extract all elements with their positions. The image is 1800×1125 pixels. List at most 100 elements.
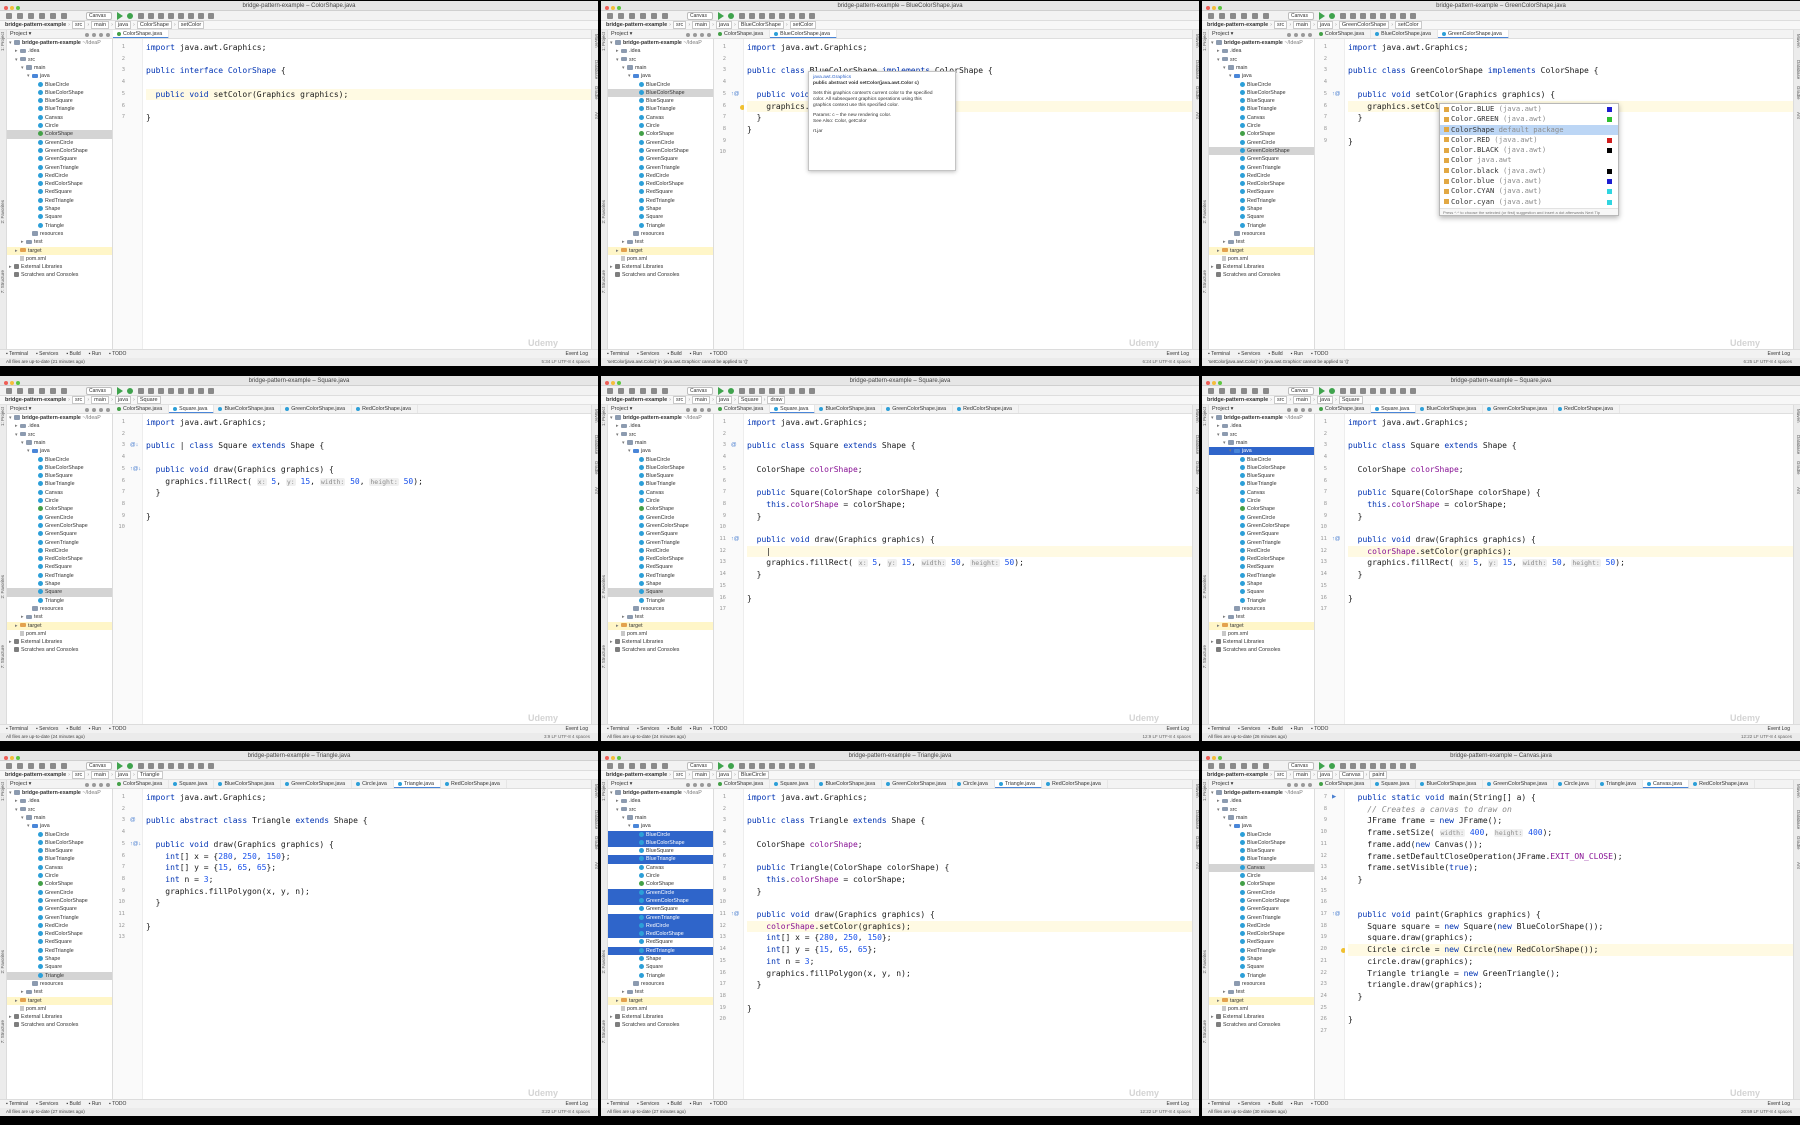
tool-window-button[interactable]: Gradle [593,836,598,850]
tree-item[interactable]: RedColorShape [7,930,112,938]
structure-icon[interactable] [198,763,204,769]
tree-item[interactable]: Square [608,213,713,221]
tree-item[interactable]: ▸ External Libraries [608,1013,713,1021]
tree-item[interactable]: Canvas [7,114,112,122]
tree-item[interactable]: GreenSquare [7,155,112,163]
editor-tab[interactable]: ColorShape.java [714,30,771,38]
tree-item[interactable]: RedCircle [608,921,713,931]
breadcrumb-item[interactable]: main [1293,21,1312,29]
breadcrumb-item[interactable]: bridge-pattern-example [1207,771,1268,780]
tree-item[interactable]: GreenTriangle [608,539,713,547]
run-icon[interactable] [718,12,724,20]
override-marker-icon[interactable]: @ [731,442,737,448]
tree-item[interactable]: RedColorShape [608,555,713,563]
undo-icon[interactable] [1241,388,1247,394]
tree-item[interactable]: ▾ java [7,447,112,455]
tree-item[interactable]: BlueColorShape [1209,464,1314,472]
breadcrumb-item[interactable]: paint [1369,771,1388,779]
tree-item[interactable]: ▸ test [7,613,112,621]
tree-item[interactable]: ▾ main [608,64,713,72]
breadcrumb-item[interactable]: bridge-pattern-example [1207,396,1268,405]
editor-tab[interactable]: ColorShape.java [113,30,170,38]
tree-item[interactable]: resources [608,980,713,988]
zoom-window-button[interactable] [617,381,621,385]
tool-window-button[interactable]: Maven [593,34,598,48]
tree-item[interactable]: resources [7,605,112,613]
tree-item[interactable]: Triangle [1209,597,1314,605]
structure-icon[interactable] [1400,388,1406,394]
project-panel-title[interactable]: Project ▾ [1212,406,1233,412]
tree-item[interactable]: BlueColorShape [7,89,112,97]
tree-item[interactable]: ▸ External Libraries [7,1013,112,1021]
editor-tab[interactable]: RedColorShape.java [352,405,418,413]
undo-icon[interactable] [640,13,646,19]
vcs-icon[interactable] [178,388,184,394]
zoom-window-button[interactable] [1218,756,1222,760]
code-editor[interactable]: import java.awt.Graphics; public interfac… [143,39,591,349]
tree-item[interactable]: GreenColorShape [608,147,713,155]
editor-tab[interactable]: Circle.java [1554,780,1596,788]
tree-item[interactable]: Square [608,588,713,597]
gear-icon[interactable] [700,33,704,37]
code-editor[interactable]: import java.awt.Graphics; public class Sq… [744,414,1192,724]
tree-item[interactable]: ▸ test [608,238,713,246]
tree-item[interactable]: BlueCircle [1209,456,1314,464]
override-marker-icon[interactable]: ↑@↓ [130,466,141,472]
sync-icon[interactable] [28,13,34,19]
tree-item[interactable]: GreenCircle [608,514,713,522]
tree-item[interactable]: Square [1209,963,1314,971]
minimize-window-button[interactable] [611,6,615,10]
tree-item[interactable]: ▾ src [7,806,112,814]
locate-icon[interactable] [686,33,690,37]
zoom-window-button[interactable] [16,381,20,385]
git-icon[interactable] [769,13,775,19]
run-configuration-select[interactable]: Canvas [1288,12,1314,20]
tree-item[interactable]: RedColorShape [1209,180,1314,188]
tree-item[interactable]: Scratches and Consoles [608,271,713,279]
breadcrumb-item[interactable]: setColor [1395,21,1422,29]
breadcrumb-item[interactable]: src [71,771,86,779]
hammer-icon[interactable] [1263,13,1269,19]
tool-window-button[interactable]: 2: Favorites [1202,200,1209,224]
project-panel-title[interactable]: Project ▾ [10,31,31,37]
override-marker-icon[interactable]: ↑@ [1332,91,1340,97]
tree-item[interactable]: BlueTriangle [1209,105,1314,113]
tree-item[interactable]: GreenColorShape [7,522,112,530]
breadcrumb-item[interactable]: BlueColorShape [737,21,784,29]
breadcrumb-item[interactable]: java [1316,396,1334,404]
status-cursor-info[interactable]: 6:24 LF UTF-8 4 spaces [1142,358,1191,366]
editor-tab[interactable]: BlueColorShape.java [1416,780,1484,788]
tree-item[interactable]: GreenCircle [608,139,713,147]
tree-item[interactable]: ColorShape [7,505,112,513]
search-icon[interactable] [809,763,815,769]
tool-window-button[interactable]: Database [1795,435,1800,454]
tree-item[interactable]: RedTriangle [608,572,713,580]
hide-icon[interactable] [1308,408,1312,412]
breadcrumb-item[interactable]: src [1273,396,1288,404]
tree-item[interactable]: BlueCircle [7,831,112,839]
vcs-icon[interactable] [178,763,184,769]
tree-item[interactable]: ▾ src [1209,806,1314,814]
tree-item[interactable]: RedTriangle [608,946,713,955]
breadcrumb-item[interactable]: Square [1338,396,1363,404]
run-icon[interactable] [718,762,724,770]
tree-item[interactable]: ▾ bridge-pattern-example ~/IdeaP [1209,39,1314,47]
tree-item[interactable]: resources [7,980,112,988]
tool-window-button[interactable]: Maven [1194,409,1199,423]
tree-item[interactable]: RedTriangle [608,197,713,205]
tree-item[interactable]: ▸ External Libraries [7,638,112,646]
hide-icon[interactable] [106,783,110,787]
breadcrumb-item[interactable]: java [1316,771,1334,779]
open-icon[interactable] [1208,13,1214,19]
open-icon[interactable] [1208,763,1214,769]
stop-icon[interactable] [1360,388,1366,394]
save-icon[interactable] [1219,388,1225,394]
tool-window-button[interactable]: Ant [593,862,598,869]
tool-window-button[interactable]: Maven [1194,784,1199,798]
search-icon[interactable] [208,13,214,19]
zoom-window-button[interactable] [1218,381,1222,385]
tool-window-button[interactable]: Maven [593,409,598,423]
editor-tab[interactable]: RedColorShape.java [441,780,507,788]
tree-item[interactable]: ▸ .idea [7,422,112,430]
tree-item[interactable]: BlueColorShape [608,838,713,848]
